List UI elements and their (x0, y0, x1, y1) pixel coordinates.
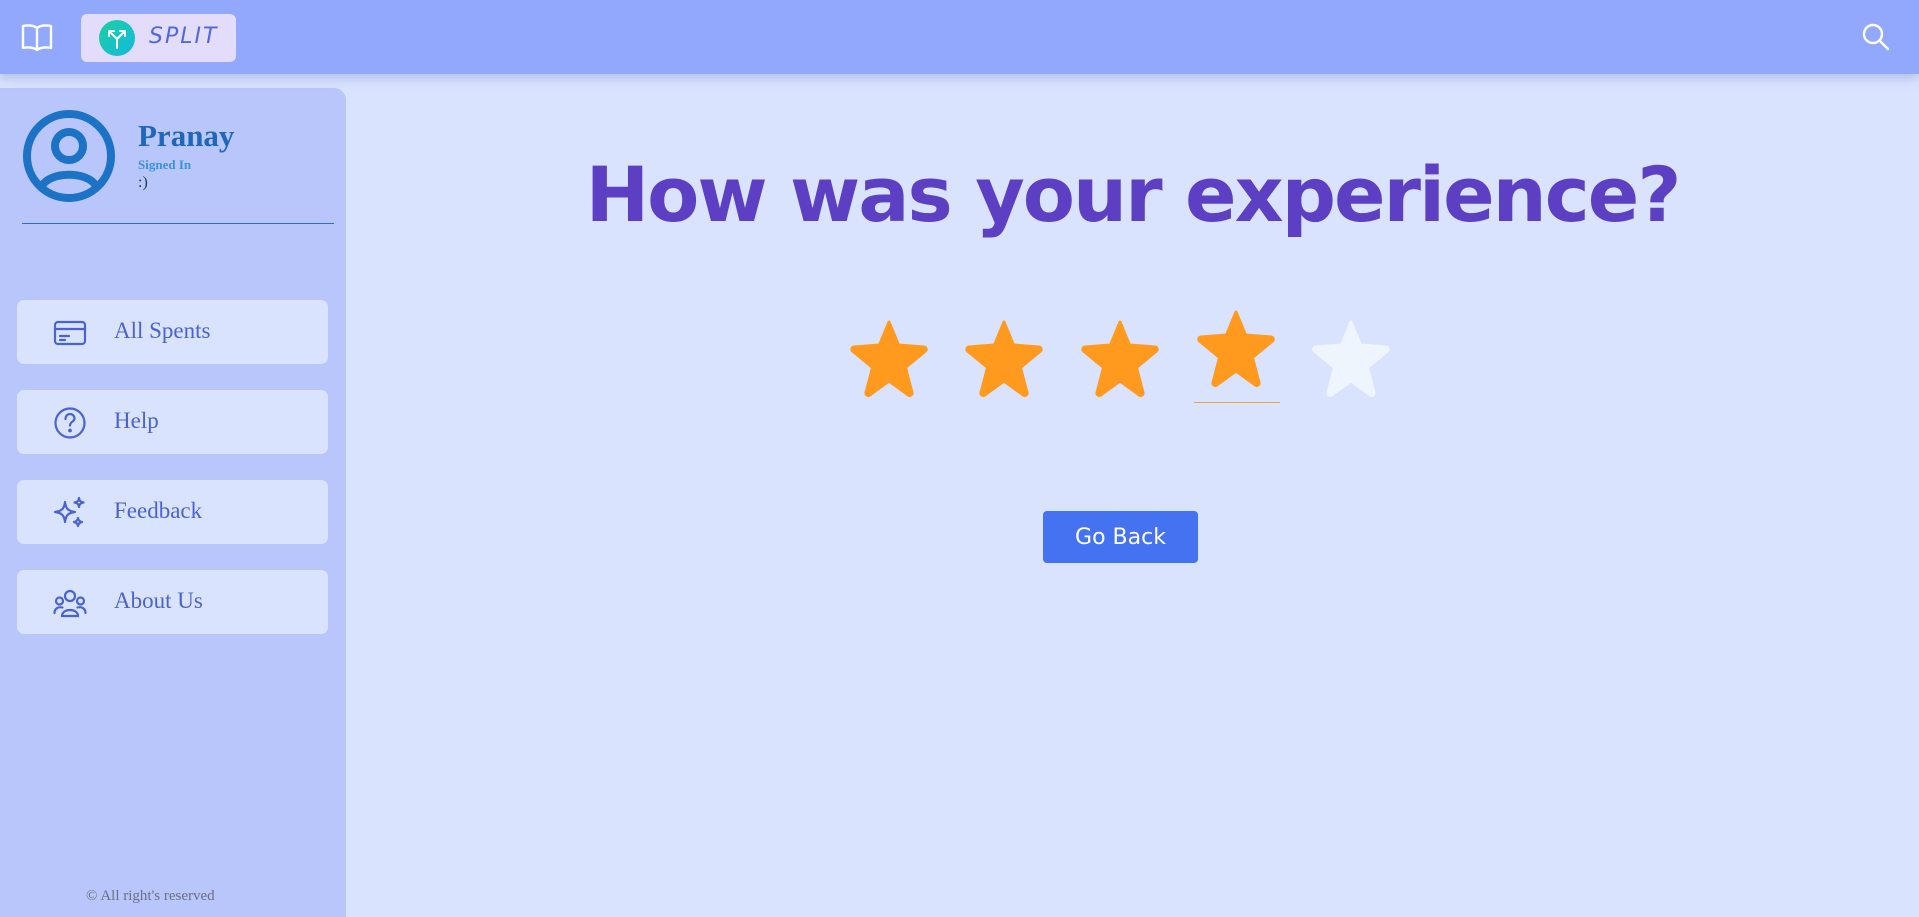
star-icon[interactable] (848, 318, 930, 400)
sidebar-item-about-us[interactable]: About Us (17, 570, 328, 634)
sidebar-item-label: Feedback (114, 498, 203, 523)
star-icon[interactable] (963, 318, 1045, 400)
sparkles-icon (53, 496, 87, 530)
sidebar: Pranay Signed In :) All Spents Help Feed… (0, 88, 346, 917)
brand-name: SPLIT (149, 24, 219, 49)
sidebar-item-label: Help (114, 408, 159, 433)
sidebar-item-label: About Us (114, 588, 203, 613)
book-icon[interactable] (20, 20, 54, 54)
go-back-button[interactable]: Go Back (1043, 511, 1198, 563)
star-icon[interactable] (1195, 308, 1277, 390)
page-title: How was your experience? (585, 150, 1682, 239)
sidebar-item-help[interactable]: Help (17, 390, 328, 454)
footer-copyright: © All right's reserved (86, 888, 215, 904)
sidebar-item-feedback[interactable]: Feedback (17, 480, 328, 544)
avatar-icon (22, 109, 116, 203)
user-name: Pranay (138, 118, 235, 153)
star-icon[interactable] (1079, 318, 1161, 400)
split-logo-icon (99, 20, 135, 56)
active-star-underline (1194, 402, 1280, 403)
star-icon[interactable] (1310, 318, 1392, 400)
signed-in-status: Signed In (138, 157, 192, 172)
top-bar: SPLIT (0, 0, 1919, 74)
brand-button[interactable]: SPLIT (81, 14, 236, 62)
sidebar-item-all-spents[interactable]: All Spents (17, 300, 328, 364)
credit-card-icon (53, 316, 87, 350)
people-icon (53, 586, 87, 620)
sidebar-item-label: All Spents (114, 318, 211, 343)
search-icon[interactable] (1861, 22, 1891, 52)
user-emoticon: :) (138, 174, 148, 191)
question-circle-icon (53, 406, 87, 440)
sidebar-divider (22, 223, 334, 224)
